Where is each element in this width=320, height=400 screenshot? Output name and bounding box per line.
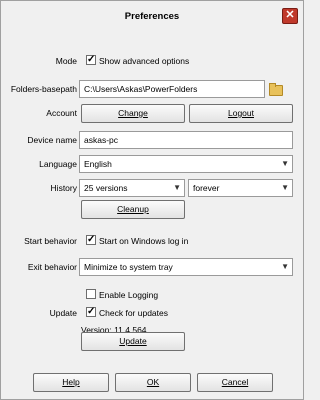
history-label: History: [50, 183, 77, 193]
preferences-window: Preferences ✕ Mode ✓ Show advanced optio…: [0, 0, 304, 400]
logout-button[interactable]: Logout: [189, 104, 293, 123]
start-on-login-label: Start on Windows log in: [99, 236, 189, 246]
help-button[interactable]: Help: [33, 373, 109, 392]
change-account-button[interactable]: Change: [81, 104, 185, 123]
start-on-login-checkbox[interactable]: ✓: [86, 235, 96, 245]
exit-behavior-select[interactable]: Minimize to system tray ▼: [79, 258, 293, 276]
cancel-button[interactable]: Cancel: [197, 373, 273, 392]
history-versions-select[interactable]: 25 versions ▼: [79, 179, 185, 197]
exit-behavior-value: Minimize to system tray: [84, 262, 173, 272]
enable-logging-checkbox[interactable]: [86, 289, 96, 299]
checkmark-icon: ✓: [87, 54, 96, 65]
account-label: Account: [46, 108, 77, 118]
start-behavior-label: Start behavior: [24, 236, 77, 246]
chevron-down-icon: ▼: [281, 159, 289, 168]
history-duration-select[interactable]: forever ▼: [188, 179, 293, 197]
show-advanced-checkbox[interactable]: ✓: [86, 55, 96, 65]
device-name-field[interactable]: askas-pc: [79, 131, 293, 149]
history-duration-value: forever: [193, 183, 220, 193]
update-label: Update: [49, 308, 77, 318]
cleanup-button[interactable]: Cleanup: [81, 200, 185, 219]
title-bar: Preferences ✕: [1, 1, 303, 31]
folder-icon[interactable]: [269, 83, 283, 96]
chevron-down-icon: ▼: [281, 183, 289, 192]
folders-basepath-field[interactable]: C:\Users\Askas\PowerFolders: [79, 80, 265, 98]
update-button[interactable]: Update: [81, 332, 185, 351]
close-icon: ✕: [285, 9, 295, 21]
exit-behavior-label: Exit behavior: [27, 262, 77, 272]
check-updates-checkbox[interactable]: ✓: [86, 307, 96, 317]
window-title: Preferences: [124, 11, 180, 22]
language-label: Language: [39, 159, 77, 169]
language-select[interactable]: English ▼: [79, 155, 293, 173]
check-updates-label: Check for updates: [99, 308, 168, 318]
chevron-down-icon: ▼: [173, 183, 181, 192]
ok-button[interactable]: OK: [115, 373, 191, 392]
language-value: English: [84, 159, 112, 169]
chevron-down-icon: ▼: [281, 262, 289, 271]
folders-basepath-label: Folders-basepath: [10, 84, 77, 94]
history-versions-value: 25 versions: [84, 183, 128, 193]
enable-logging-label: Enable Logging: [99, 290, 159, 300]
checkmark-icon: ✓: [87, 234, 96, 245]
checkmark-icon: ✓: [87, 306, 96, 317]
close-button[interactable]: ✕: [282, 8, 298, 24]
mode-label: Mode: [55, 56, 77, 66]
show-advanced-label: Show advanced options: [99, 56, 190, 66]
device-name-label: Device name: [27, 135, 77, 145]
